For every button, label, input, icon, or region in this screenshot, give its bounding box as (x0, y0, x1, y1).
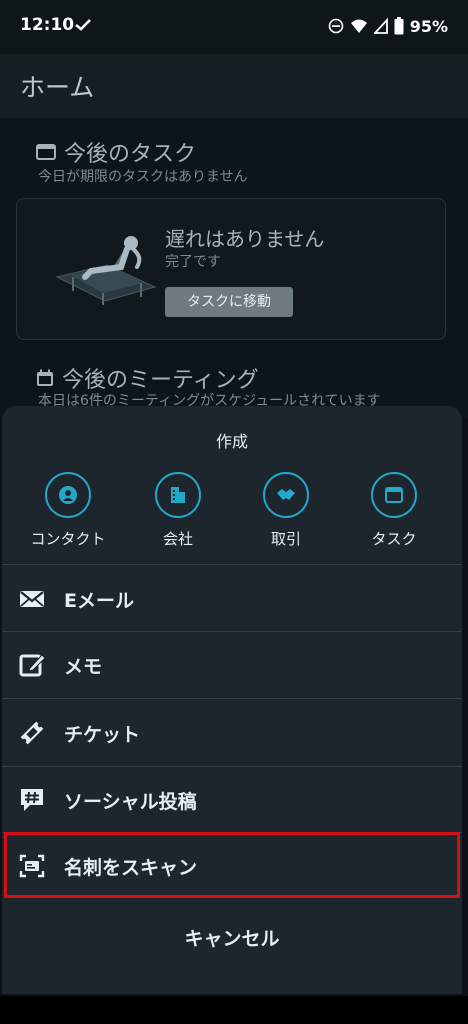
menu-item-social-post[interactable]: ソーシャル投稿 (2, 767, 462, 833)
status-icons: 95% (328, 15, 448, 37)
email-icon (20, 591, 44, 607)
ticket-icon (20, 721, 44, 745)
dashboard-content: 今後のタスク 今日が期限のタスクはありません 遅れはありません 完了です タスク… (0, 118, 468, 418)
status-time: 12:10 (20, 15, 75, 35)
divider (2, 564, 462, 565)
menu-item-note[interactable]: メモ (2, 632, 462, 698)
menu-item-label: Eメール (64, 590, 134, 612)
menu-item-ticket[interactable]: チケット (2, 700, 462, 766)
check-icon (75, 19, 91, 31)
quick-action-label: 会社 (162, 530, 193, 548)
quick-action-label: タスク (371, 530, 417, 548)
card-heading: 遅れはありません (165, 227, 325, 251)
battery-level: 95% (409, 16, 448, 36)
calendar-icon (37, 369, 53, 386)
sheet-title: 作成 (215, 432, 248, 451)
page-title: ホーム (20, 73, 95, 102)
tasks-card: 遅れはありません 完了です タスクに移動 (16, 198, 446, 340)
tasks-title-text: 今後のタスク (64, 142, 197, 167)
quick-actions: コンタクト 会社 取引 タスク (2, 472, 462, 562)
status-bar: 12:10 95% (0, 0, 468, 54)
company-icon (155, 472, 201, 518)
note-icon (19, 654, 46, 677)
relaxing-person-illustration (55, 236, 157, 305)
quick-action-label: 取引 (270, 530, 301, 548)
card-subtext: 完了です (165, 254, 221, 270)
social-post-icon (21, 789, 43, 811)
screen: 12:10 95% ホーム 今後のタスク 今日が期限のタスクはありません 遅れは… (0, 0, 468, 1024)
go-to-tasks-button[interactable]: タスクに移動 (165, 287, 293, 317)
selection-highlight-box (4, 832, 460, 898)
menu-item-label: チケット (64, 724, 141, 746)
battery-icon (394, 17, 404, 35)
quick-action-deal[interactable]: 取引 (238, 472, 334, 549)
cancel-button[interactable]: キャンセル (2, 924, 462, 951)
quick-action-task[interactable]: タスク (346, 472, 442, 549)
create-bottom-sheet: 作成 コンタクト 会社 取引 タスク Eメール メモ チケット ソーシャル投稿 … (2, 406, 462, 994)
navigation-bar (0, 996, 468, 1024)
task-icon (36, 144, 56, 160)
deal-icon (263, 472, 309, 518)
quick-action-company[interactable]: 会社 (130, 472, 226, 549)
divider (2, 698, 462, 699)
menu-item-email[interactable]: Eメール (2, 566, 462, 632)
contact-icon (45, 472, 91, 518)
menu-item-label: ソーシャル投稿 (64, 791, 197, 813)
wifi-icon (350, 19, 367, 33)
quick-action-contact[interactable]: コンタクト (20, 472, 116, 549)
tasks-subtitle: 今日が期限のタスクはありません (38, 169, 248, 185)
task-icon (371, 472, 417, 518)
signal-icon (373, 18, 388, 34)
app-bar: ホーム (0, 54, 468, 118)
dnd-icon (328, 18, 344, 34)
menu-item-label: メモ (64, 656, 103, 678)
quick-action-label: コンタクト (30, 530, 106, 548)
tasks-section-title: 今後のタスク (36, 136, 196, 168)
